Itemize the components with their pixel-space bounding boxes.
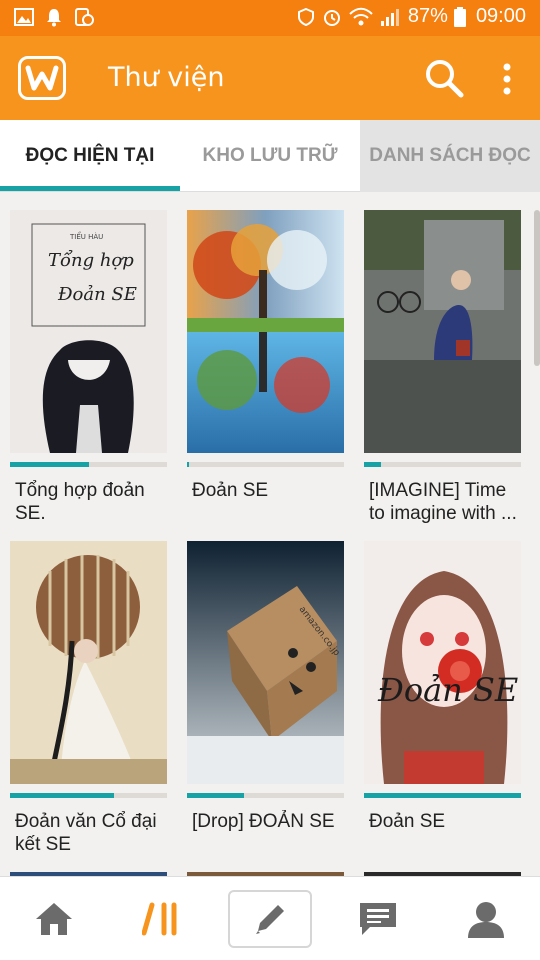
cover-art-danbo-box: amazon.co.jp bbox=[187, 541, 344, 784]
signal-icon bbox=[380, 8, 399, 26]
library-icon bbox=[142, 902, 177, 936]
reading-progress-bar bbox=[10, 793, 167, 798]
reading-progress-bar bbox=[364, 793, 521, 798]
book-card[interactable]: amazon.co.jp [Drop] ĐOẢN SE bbox=[187, 541, 344, 833]
battery-icon bbox=[453, 6, 466, 27]
tab-current-reading[interactable]: ĐỌC HIỆN TẠI bbox=[0, 120, 180, 192]
clock: 09:00 bbox=[475, 5, 526, 27]
write-icon bbox=[256, 905, 284, 934]
gallery-notification-icon bbox=[14, 8, 34, 26]
nav-profile[interactable] bbox=[432, 877, 540, 960]
nav-messages[interactable] bbox=[324, 877, 432, 960]
profile-icon bbox=[468, 902, 504, 938]
book-title[interactable]: [Drop] ĐOẢN SE bbox=[187, 810, 344, 833]
cover-art-manga-girl: TIỂU HÀU Tổng hợp Đoản SE bbox=[31, 223, 146, 453]
nav-home[interactable] bbox=[0, 877, 108, 960]
messages-icon bbox=[360, 903, 396, 935]
book-card[interactable]: Đoản SE Đoản SE bbox=[364, 541, 521, 833]
active-tab-indicator bbox=[0, 186, 180, 191]
wifi-icon bbox=[349, 7, 373, 25]
svg-text:Tổng hợp: Tổng hợp bbox=[48, 249, 134, 271]
bell-notification-icon bbox=[47, 9, 61, 27]
page-title: Thư viện bbox=[108, 62, 225, 93]
search-icon[interactable] bbox=[424, 58, 464, 98]
book-card[interactable]: Đoản văn Cổ đại kết SE bbox=[10, 541, 167, 856]
cover-art-ancient-lady bbox=[10, 541, 167, 784]
grid-scrollbar[interactable] bbox=[534, 210, 540, 366]
reading-progress-fill bbox=[10, 462, 89, 467]
book-title[interactable]: Đoản SE bbox=[187, 479, 344, 502]
more-options-icon[interactable] bbox=[494, 60, 520, 98]
reading-progress-bar bbox=[364, 462, 521, 467]
book-cover[interactable]: Đoản SE bbox=[364, 541, 521, 784]
app-bar: Thư viện bbox=[0, 36, 540, 120]
tab-reading-list[interactable]: DANH SÁCH ĐỌC bbox=[360, 120, 540, 192]
book-title[interactable]: Đoản SE bbox=[364, 810, 521, 833]
reading-progress-fill bbox=[364, 462, 382, 467]
book-title[interactable]: [IMAGINE] Time to imagine with ... bbox=[364, 479, 521, 525]
reading-progress-fill bbox=[187, 793, 244, 798]
library-tabs: ĐỌC HIỆN TẠI KHO LƯU TRỮ DANH SÁCH ĐỌC bbox=[0, 120, 540, 192]
battery-percent: 87% bbox=[407, 5, 448, 27]
screen-time-notification-icon bbox=[75, 8, 94, 26]
book-cover[interactable] bbox=[10, 541, 167, 784]
cover-art-four-seasons-tree bbox=[187, 210, 344, 453]
book-cover[interactable]: TIỂU HÀU Tổng hợp Đoản SE bbox=[10, 210, 167, 453]
bottom-navigation bbox=[0, 876, 540, 960]
nav-write[interactable] bbox=[216, 877, 324, 960]
book-card[interactable]: TIỂU HÀU Tổng hợp Đoản SE Tổng hợp đoản … bbox=[10, 210, 167, 525]
reading-progress-bar bbox=[187, 793, 344, 798]
book-card[interactable]: [IMAGINE] Time to imagine with ... bbox=[364, 210, 521, 525]
status-bar: 87% 09:00 bbox=[0, 0, 540, 36]
cover-art-person-in-rain bbox=[364, 210, 521, 453]
reading-progress-bar bbox=[187, 462, 344, 467]
svg-text:TIỂU HÀU: TIỂU HÀU bbox=[69, 231, 103, 241]
book-title[interactable]: Đoản văn Cổ đại kết SE bbox=[10, 810, 167, 856]
reading-progress-fill bbox=[364, 793, 521, 798]
reading-progress-fill bbox=[187, 462, 189, 467]
book-title[interactable]: Tổng hợp đoản SE. bbox=[10, 479, 167, 525]
wattpad-logo-icon[interactable] bbox=[18, 56, 66, 100]
write-button[interactable] bbox=[228, 890, 312, 948]
reading-progress-bar bbox=[10, 462, 167, 467]
reading-progress-fill bbox=[10, 793, 114, 798]
cover-art-girl-with-rose: Đoản SE bbox=[364, 541, 521, 784]
tab-archive[interactable]: KHO LƯU TRỮ bbox=[180, 120, 360, 192]
book-cover[interactable] bbox=[364, 210, 521, 453]
svg-text:Đoản SE: Đoản SE bbox=[57, 284, 137, 305]
book-grid: TIỂU HÀU Tổng hợp Đoản SE Tổng hợp đoản … bbox=[0, 192, 540, 876]
book-cover[interactable] bbox=[187, 210, 344, 453]
vpn-icon bbox=[297, 7, 314, 26]
alarm-icon bbox=[323, 9, 340, 26]
svg-text:Đoản SE: Đoản SE bbox=[377, 671, 518, 709]
book-cover[interactable]: amazon.co.jp bbox=[187, 541, 344, 784]
home-icon bbox=[36, 903, 72, 935]
nav-library[interactable] bbox=[108, 877, 216, 960]
book-card[interactable]: Đoản SE bbox=[187, 210, 344, 502]
